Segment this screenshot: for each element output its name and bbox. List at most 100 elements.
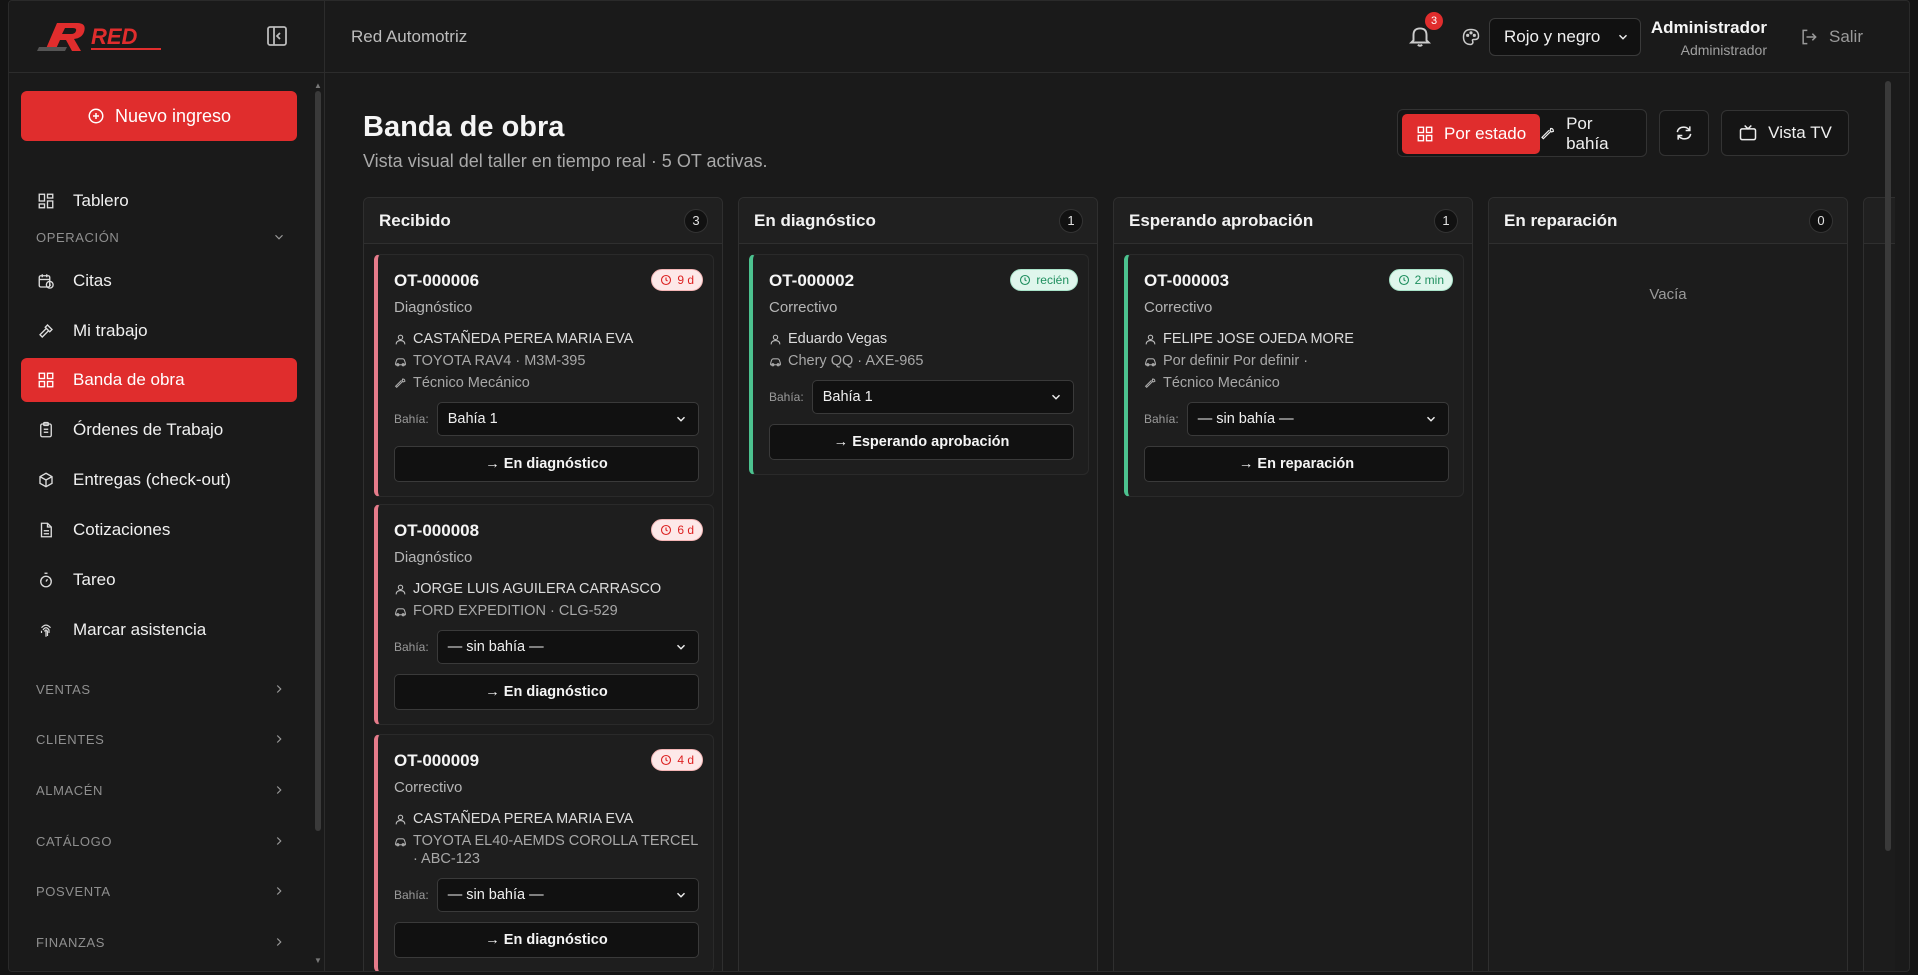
view-by-status-label: Por estado <box>1444 124 1527 143</box>
bay-label: Bahía: <box>394 888 429 902</box>
elapsed-time: 6 d <box>677 523 694 537</box>
client-line: JORGE LUIS AGUILERA CARRASCO <box>394 580 699 598</box>
technician-name: Técnico Mecánico <box>413 375 530 391</box>
hammer-icon <box>37 322 55 340</box>
sidebar-collapse-icon[interactable] <box>265 24 289 48</box>
bay-row: Bahía: — sin bahía — <box>394 878 699 912</box>
sidebar-item-tareo[interactable]: Tareo <box>21 558 297 602</box>
user-icon <box>395 334 406 345</box>
work-order-card[interactable]: OT-000003 2 min Correctivo FELIPE JOSE O… <box>1124 254 1464 497</box>
grid-icon <box>37 192 55 210</box>
sidebar-item-asistencia[interactable]: Marcar asistencia <box>21 608 297 652</box>
view-by-status-button[interactable]: Por estado <box>1402 114 1541 154</box>
vehicle-info: FORD EXPEDITION · CLG-529 <box>413 603 618 619</box>
plus-circle-icon <box>88 108 104 124</box>
page-subtitle: Vista visual del taller en tiempo real ·… <box>363 151 768 171</box>
move-status-button[interactable]: → En diagnóstico <box>394 446 699 482</box>
vehicle-info: TOYOTA RAV4 · M3M-395 <box>413 353 586 369</box>
section-label: VENTAS <box>36 681 91 697</box>
user-name[interactable]: Administrador <box>1651 18 1767 38</box>
bay-select-value: — sin bahía — <box>1197 411 1294 427</box>
chevron-down-icon <box>275 234 283 240</box>
elapsed-time: 4 d <box>677 753 694 767</box>
move-status-button[interactable]: → En reparación <box>1144 446 1449 482</box>
column-header: Esperando aprobación 1 <box>1114 198 1472 244</box>
notification-badge: 3 <box>1425 12 1443 30</box>
car-icon <box>770 358 781 367</box>
sidebar-item-label: Órdenes de Trabajo <box>73 420 224 439</box>
column-title: Recibido <box>379 210 451 230</box>
page-title: Banda de obra <box>363 111 565 143</box>
refresh-button[interactable] <box>1659 110 1709 156</box>
chevron-right-icon <box>276 887 282 895</box>
bay-row: Bahía: — sin bahía — <box>1144 402 1449 436</box>
elapsed-time: 2 min <box>1414 273 1444 287</box>
section-ventas[interactable]: VENTAS <box>36 679 286 699</box>
user-icon <box>395 814 406 825</box>
bay-select[interactable]: — sin bahía — <box>436 630 699 664</box>
sidebar-item-mi-trabajo[interactable]: Mi trabajo <box>21 309 297 353</box>
move-status-button[interactable]: → Esperando aprobación <box>769 424 1074 460</box>
sidebar-item-dashboard[interactable]: Tablero <box>21 179 297 223</box>
sidebar-item-label: Tareo <box>73 570 116 589</box>
sidebar-item-citas[interactable]: Citas <box>21 259 297 303</box>
sidebar-item-entregas[interactable]: Entregas (check-out) <box>21 458 297 502</box>
document-icon <box>37 521 55 539</box>
bay-select[interactable]: — sin bahía — <box>436 878 699 912</box>
package-icon <box>37 471 55 489</box>
sidebar-scrollbar[interactable] <box>315 91 321 831</box>
theme-select[interactable]: Rojo y negro <box>1489 18 1641 56</box>
column-header: En reparación 0 <box>1489 198 1847 244</box>
client-name: CASTAÑEDA PEREA MARIA EVA <box>413 811 634 827</box>
column-count: 3 <box>684 208 708 233</box>
sidebar-item-banda-de-obra[interactable]: Banda de obra <box>21 358 297 402</box>
main-scrollbar[interactable] <box>1885 81 1891 851</box>
wrench-icon <box>394 378 406 389</box>
vehicle-info: Por definir Por definir · <box>1163 353 1309 369</box>
client-name: JORGE LUIS AGUILERA CARRASCO <box>413 581 662 597</box>
client-name: FELIPE JOSE OJEDA MORE <box>1163 331 1354 347</box>
timer-icon <box>37 571 55 589</box>
brand-logo[interactable]: RED <box>37 17 167 57</box>
section-label: FINANZAS <box>36 934 106 950</box>
view-by-bay-button[interactable]: Por bahía <box>1526 114 1646 154</box>
section-catalogo[interactable]: CATÁLOGO <box>36 831 286 851</box>
sidebar-item-ordenes[interactable]: Órdenes de Trabajo <box>21 408 297 452</box>
sidebar-item-label: Tablero <box>73 191 129 210</box>
sidebar-item-label: Marcar asistencia <box>73 620 207 639</box>
bay-select-value: Bahía 1 <box>447 411 498 427</box>
scroll-up-arrow[interactable]: ▲ <box>314 81 322 90</box>
work-order-card[interactable]: OT-000006 9 d Diagnóstico CASTAÑEDA PERE… <box>374 254 714 497</box>
move-status-button[interactable]: → En diagnóstico <box>394 674 699 710</box>
section-almacen[interactable]: ALMACÉN <box>36 780 286 800</box>
sidebar-item-label: Mi trabajo <box>73 321 148 340</box>
bay-label: Bahía: <box>1144 412 1179 426</box>
new-intake-label: Nuevo ingreso <box>114 105 232 126</box>
section-finanzas[interactable]: FINANZAS <box>36 932 286 952</box>
app-title: Red Automotriz <box>351 27 468 46</box>
logout-button[interactable]: Salir <box>1799 27 1863 47</box>
section-clientes[interactable]: CLIENTES <box>36 729 286 749</box>
elapsed-time: 9 d <box>677 273 694 287</box>
work-order-card[interactable]: OT-000008 6 d Diagnóstico JORGE LUIS AGU… <box>374 504 714 725</box>
work-order-card[interactable]: OT-000002 recién Correctivo Eduardo Vega… <box>749 254 1089 475</box>
section-posventa[interactable]: POSVENTA <box>36 881 286 901</box>
elapsed-badge: recién <box>1010 269 1078 291</box>
sidebar-item-cotizaciones[interactable]: Cotizaciones <box>21 508 297 552</box>
tv-view-label: Vista TV <box>1768 123 1832 142</box>
bay-select[interactable]: Bahía 1 <box>436 402 699 436</box>
bay-select-value: — sin bahía — <box>447 639 544 655</box>
scroll-down-arrow[interactable]: ▼ <box>314 956 322 965</box>
sidebar: RED Nuevo ingreso Tablero OPERACIÓN Cita… <box>9 1 325 971</box>
vehicle-line: Por definir Por definir · <box>1144 352 1449 370</box>
tv-view-button[interactable]: Vista TV <box>1721 110 1849 156</box>
bay-select[interactable]: — sin bahía — <box>1186 402 1449 436</box>
work-order-card[interactable]: OT-000009 4 d Correctivo CASTAÑEDA PEREA… <box>374 734 714 971</box>
section-operacion[interactable]: OPERACIÓN <box>36 227 286 247</box>
new-intake-button[interactable]: Nuevo ingreso <box>21 91 297 141</box>
chevron-down-icon <box>1426 416 1436 422</box>
user-role: Administrador <box>1680 42 1767 58</box>
car-icon <box>395 608 406 617</box>
bay-select[interactable]: Bahía 1 <box>811 380 1074 414</box>
move-status-button[interactable]: → En diagnóstico <box>394 922 699 958</box>
